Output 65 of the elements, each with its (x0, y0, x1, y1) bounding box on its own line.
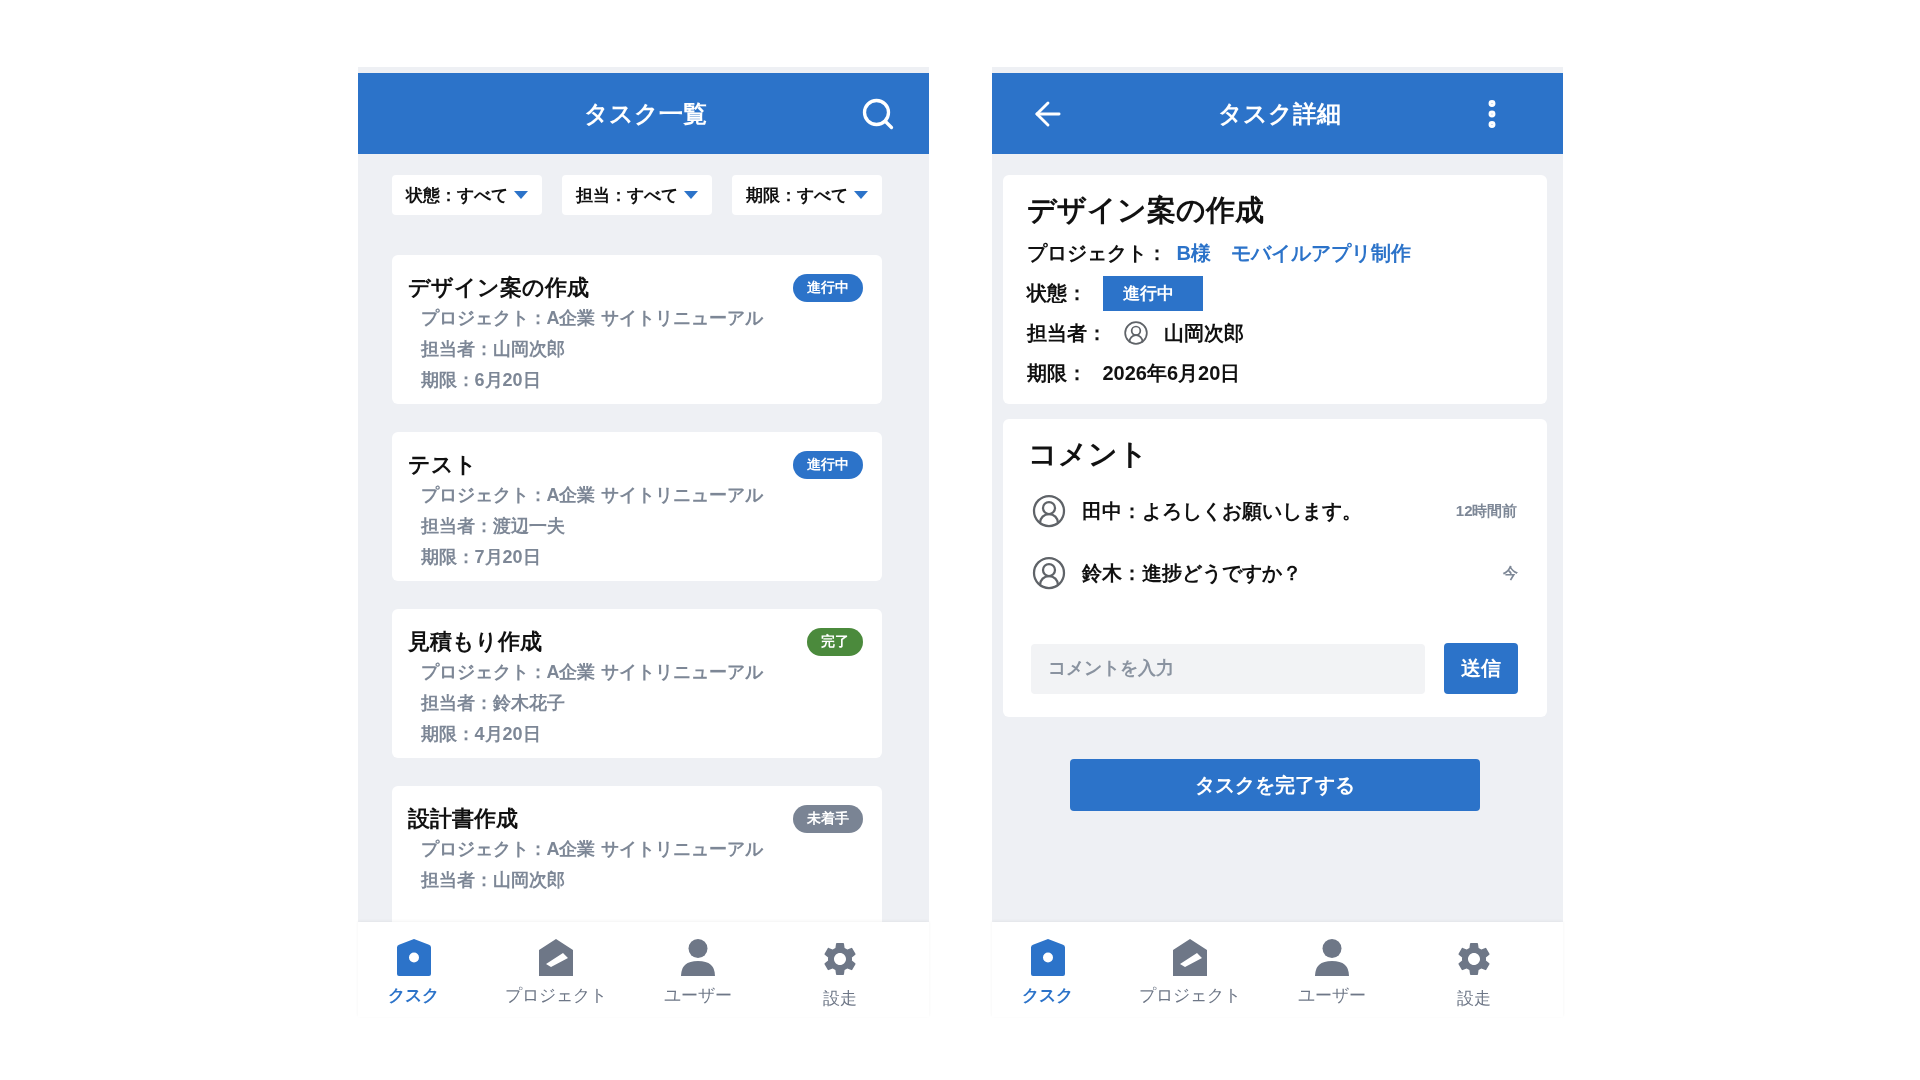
tag-icon (395, 939, 432, 976)
complete-task-button[interactable]: タスクを完了する (1069, 759, 1480, 811)
task-detail: 期限：7月20日 (419, 546, 542, 569)
task-detail: 担当者：鈴木花子 (419, 692, 566, 715)
task-title: 設計書作成 (407, 805, 518, 833)
field-label: 担当者： (1026, 320, 1107, 346)
task-title: 見積もり作成 (407, 628, 542, 656)
filter-dropdown[interactable]: 担当：すべて (561, 175, 712, 215)
tab-bar-item[interactable]: 設走 (1418, 939, 1529, 1010)
caret-icon (853, 191, 868, 199)
task-detail: 担当者：山岡次郎 (419, 869, 566, 892)
tab-bar-item[interactable]: クスク (358, 939, 469, 1007)
task-detail: プロジェクト：A企業 サイトリニューアル (419, 307, 764, 330)
avatar-icon (1122, 320, 1149, 346)
comment-text: 田中：よろしくお願いします。 (1081, 498, 1363, 524)
tab-bar-item[interactable]: ユーザー (642, 939, 753, 1007)
field-label: 状態： (1026, 280, 1087, 306)
status-badge: 未着手 (792, 805, 863, 833)
task-detail: 担当者：渡辺一夫 (419, 515, 566, 538)
envelope-icon (537, 939, 574, 976)
comment-time: 今 (1502, 563, 1518, 583)
tab-bar-item[interactable]: ユーザー (1276, 939, 1387, 1007)
due-date: 2026年6月20日 (1102, 360, 1241, 386)
caret-icon (513, 191, 528, 199)
task-detail: プロジェクト：A企業 サイトリニューアル (419, 484, 764, 507)
task-detail: 期限：4月20日 (419, 723, 542, 746)
status-badge: 完了 (806, 628, 863, 656)
project-link[interactable]: B様 モバイルアプリ制作 (1176, 239, 1411, 267)
task-card[interactable]: 見積もり作成 完了 プロジェクト：A企業 サイトリニューアル 担当者：鈴木花子 期限：4月20日 (391, 609, 882, 758)
task-detail: プロジェクト：A企業 サイトリニューアル (419, 838, 764, 861)
task-detail: 期限：6月20日 (419, 369, 542, 392)
field-label: プロジェクト： (1026, 240, 1167, 266)
header-title: タスク一覧 (583, 98, 707, 129)
task-title: デザイン案の作成 (1026, 193, 1265, 228)
section-title: コメント (1027, 437, 1149, 472)
comment-time: 12時間前 (1455, 501, 1518, 521)
task-detail: 担当者：山岡次郎 (419, 338, 566, 361)
tag-icon (1029, 939, 1066, 976)
filter-dropdown[interactable]: 期限：すべて (731, 175, 882, 215)
comment-input[interactable]: コメントを入力 (1030, 643, 1425, 694)
status-badge: 進行中 (792, 451, 863, 479)
send-button[interactable]: 送信 (1443, 643, 1518, 694)
task-title: テスト (407, 451, 477, 479)
comment-text: 鈴木：進捗どうですか？ (1081, 560, 1303, 586)
tab-bar-item[interactable]: 設走 (784, 939, 895, 1010)
task-title: デザイン案の作成 (407, 274, 589, 302)
status-badge: 進行中 (792, 274, 863, 302)
tab-bar-item[interactable]: プロジェクト (1134, 939, 1245, 1007)
avatar-icon (1030, 555, 1067, 591)
header-title: タスク詳細 (1217, 98, 1341, 129)
filter-dropdown[interactable]: 状態：すべて (391, 175, 542, 215)
envelope-icon (1171, 939, 1208, 976)
user-icon (680, 939, 715, 976)
task-card[interactable]: デザイン案の作成 進行中 プロジェクト：A企業 サイトリニューアル 担当者：山岡次郎 期限：6月20日 (391, 255, 882, 404)
assignee-name: 山岡次郎 (1163, 320, 1244, 346)
task-detail: プロジェクト：A企業 サイトリニューアル (419, 661, 764, 684)
task-card[interactable]: テスト 進行中 プロジェクト：A企業 サイトリニューアル 担当者：渡辺一夫 期限：7月20日 (391, 432, 882, 581)
caret-icon (683, 191, 698, 199)
task-card[interactable]: 設計書作成 未着手 プロジェクト：A企業 サイトリニューアル 担当者：山岡次郎 (391, 786, 882, 922)
field-label: 期限： (1026, 360, 1087, 386)
user-icon (1314, 939, 1349, 976)
status-badge: 進行中 (1102, 275, 1203, 311)
avatar-icon (1030, 493, 1067, 529)
tab-bar-item[interactable]: クスク (992, 939, 1103, 1007)
tab-bar-item[interactable]: プロジェクト (500, 939, 611, 1007)
